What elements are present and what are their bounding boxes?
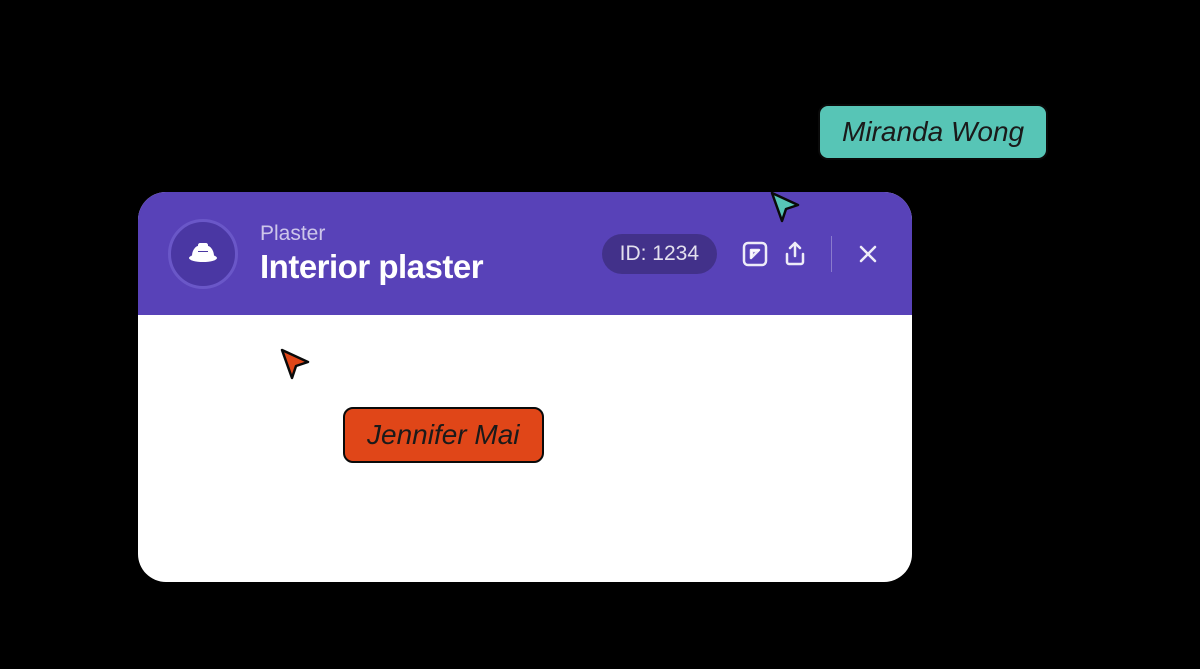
user-label-miranda: Miranda Wong xyxy=(818,104,1048,160)
category-icon-circle xyxy=(168,219,238,289)
detail-card: Plaster Interior plaster ID: 1234 xyxy=(138,192,912,582)
divider xyxy=(831,236,832,272)
page-title: Interior plaster xyxy=(260,248,602,286)
share-button[interactable] xyxy=(775,234,815,274)
subtitle: Plaster xyxy=(260,222,602,246)
close-icon xyxy=(856,242,880,266)
user-label-jennifer: Jennifer Mai xyxy=(343,407,544,463)
close-button[interactable] xyxy=(848,234,888,274)
expand-icon xyxy=(741,240,769,268)
share-icon xyxy=(781,240,809,268)
cursor-miranda xyxy=(768,189,804,225)
expand-button[interactable] xyxy=(735,234,775,274)
hardhat-icon xyxy=(188,242,218,266)
cursor-jennifer xyxy=(278,346,314,382)
id-badge: ID: 1234 xyxy=(602,234,717,274)
title-section: Plaster Interior plaster xyxy=(260,222,602,286)
